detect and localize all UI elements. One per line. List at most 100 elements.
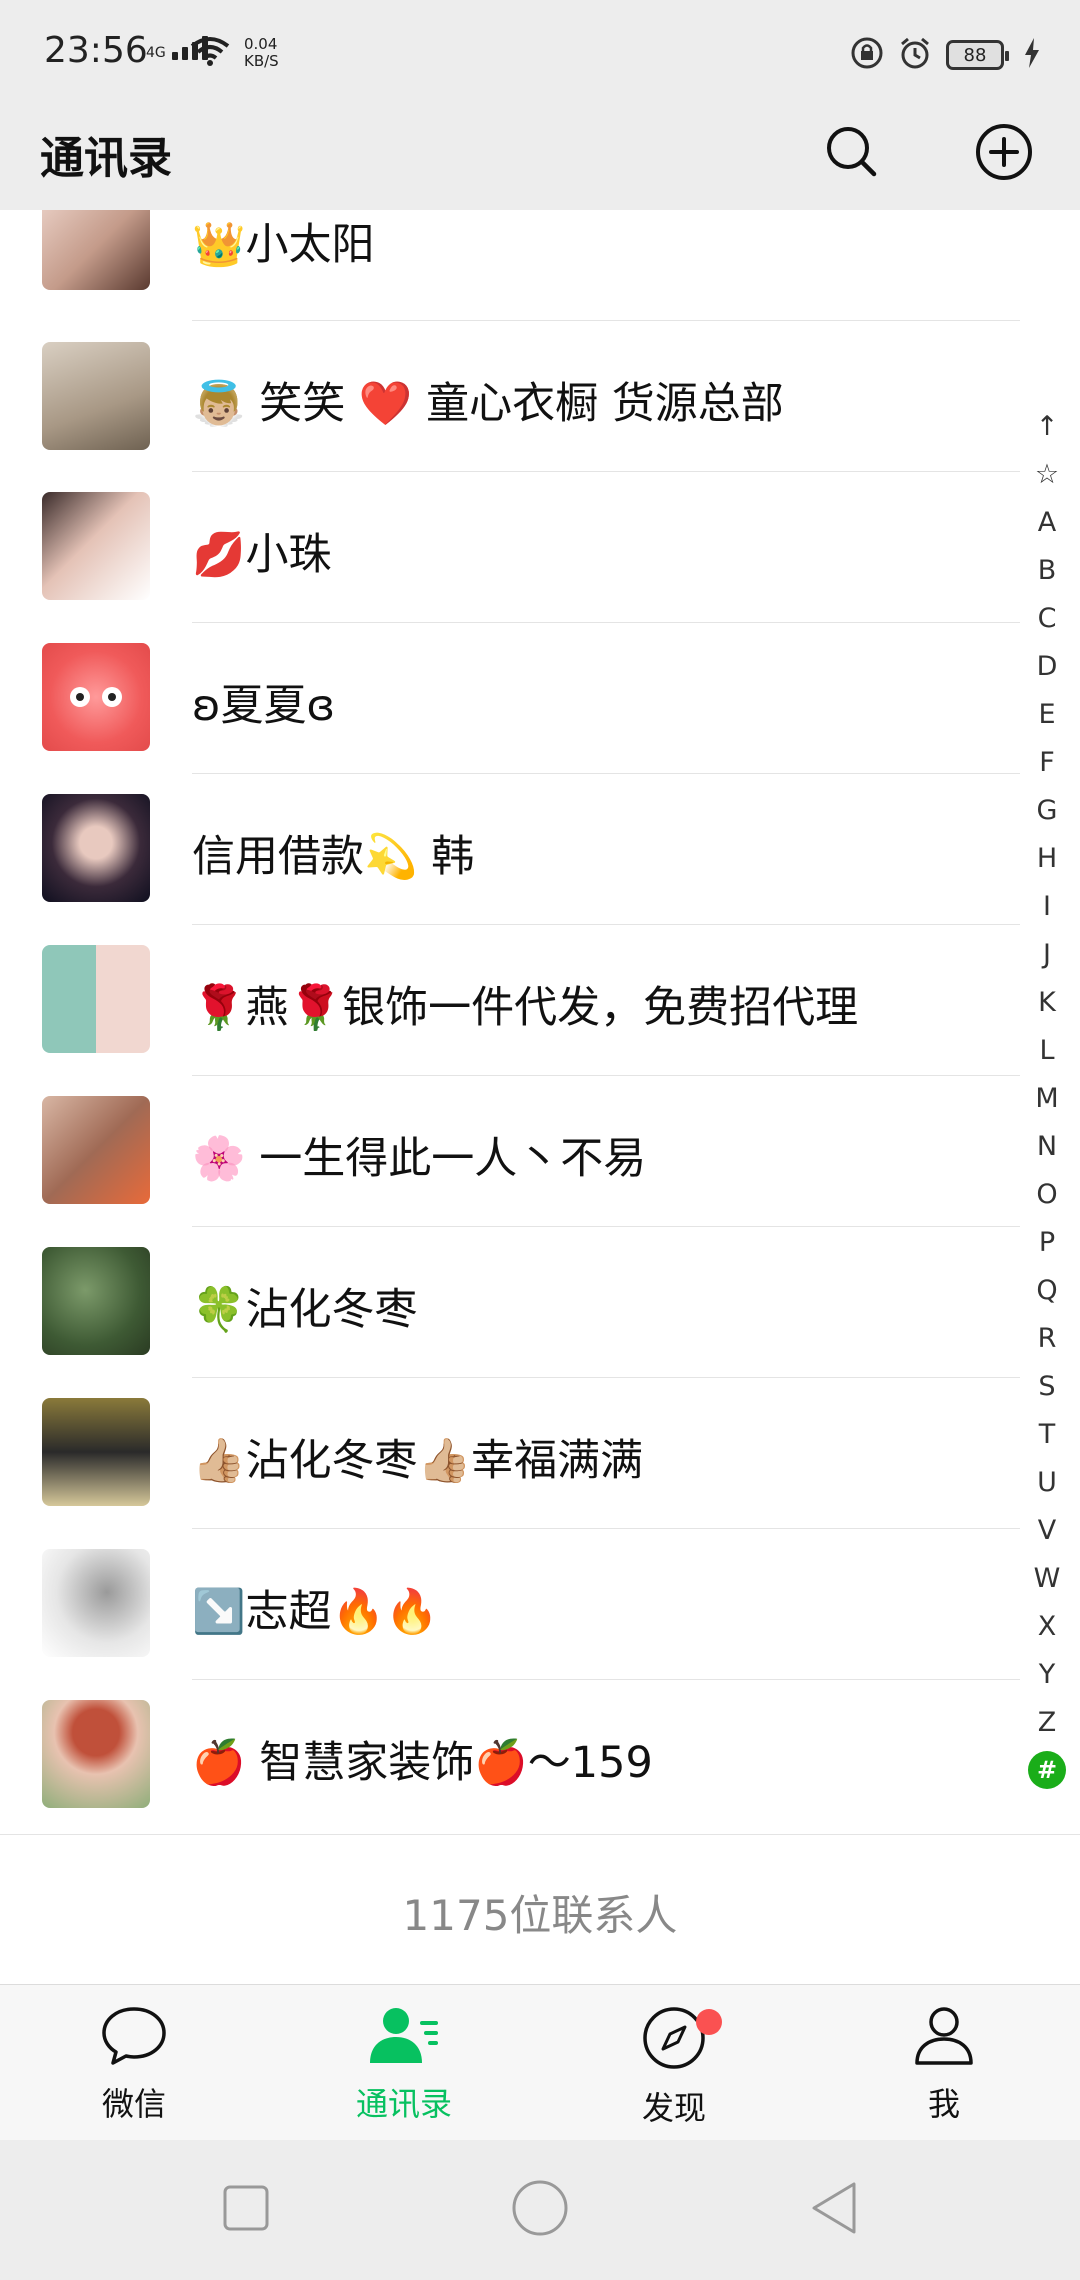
contact-row[interactable]: 👼🏼 笑笑 ❤️ 童心衣橱 货源总部 xyxy=(0,321,1020,472)
avatar xyxy=(42,643,150,751)
contact-row[interactable]: ↘️志超🔥🔥 xyxy=(0,1529,1020,1680)
contact-name: 👑小太阳 xyxy=(192,220,375,270)
index-letter[interactable]: D xyxy=(1027,642,1067,690)
index-letter-active[interactable]: # xyxy=(1027,1746,1067,1794)
contacts-icon xyxy=(366,2005,442,2071)
index-letter[interactable]: N xyxy=(1027,1122,1067,1170)
search-button[interactable] xyxy=(816,118,888,190)
contact-count-footer: 1175位联系人 xyxy=(0,1834,1080,1984)
index-letter[interactable]: W xyxy=(1027,1554,1067,1602)
index-letter[interactable]: Y xyxy=(1027,1650,1067,1698)
contact-row[interactable]: 🌸 一生得此一人丶不易 xyxy=(0,1076,1020,1227)
charging-icon xyxy=(1024,38,1040,72)
contact-name: 信用借款💫 韩 xyxy=(192,832,475,882)
chat-bubble-icon xyxy=(100,2005,168,2071)
add-button[interactable] xyxy=(968,118,1040,190)
app-header: 通讯录 xyxy=(0,110,1080,210)
index-letter[interactable]: G xyxy=(1027,786,1067,834)
index-letter[interactable]: J xyxy=(1027,930,1067,978)
alphabet-index[interactable]: ↑ ☆ A B C D E F G H I J K L M N O P Q R … xyxy=(1022,402,1072,1794)
index-letter[interactable]: U xyxy=(1027,1458,1067,1506)
tab-contacts[interactable]: 通讯录 xyxy=(314,2005,494,2125)
avatar xyxy=(42,1700,150,1808)
contact-name: 👼🏼 笑笑 ❤️ 童心衣橱 货源总部 xyxy=(192,379,784,429)
avatar xyxy=(42,1549,150,1657)
avatar xyxy=(42,945,150,1053)
contact-count: 1175位联系人 xyxy=(402,1891,678,1940)
index-letter[interactable]: E xyxy=(1027,690,1067,738)
contact-name: 🍎 智慧家装饰🍎～159 xyxy=(192,1738,653,1788)
battery-icon: 88 xyxy=(946,40,1009,70)
contact-row[interactable]: ʚ夏夏ɞ xyxy=(0,623,1020,774)
home-button[interactable] xyxy=(500,2170,580,2250)
index-letter[interactable]: ☆ xyxy=(1027,450,1067,498)
avatar xyxy=(42,1247,150,1355)
notification-dot xyxy=(696,2009,722,2035)
avatar xyxy=(42,1398,150,1506)
circle-icon xyxy=(510,2178,570,2242)
tab-chats[interactable]: 微信 xyxy=(44,2005,224,2125)
avatar xyxy=(42,492,150,600)
bottom-tab-bar: 微信 通讯录 发现 我 xyxy=(0,1984,1080,2140)
status-bar: 23:56 4G 0.04 KB/S 88 xyxy=(0,0,1080,110)
wifi-icon xyxy=(190,36,230,70)
tab-discover[interactable]: 发现 xyxy=(584,2005,764,2127)
avatar xyxy=(42,794,150,902)
status-time: 23:56 xyxy=(44,30,148,71)
triangle-back-icon xyxy=(808,2180,860,2240)
index-letter[interactable]: R xyxy=(1027,1314,1067,1362)
avatar xyxy=(42,210,150,290)
tab-label: 发现 xyxy=(641,2089,706,2127)
index-letter[interactable]: ↑ xyxy=(1027,402,1067,450)
tab-label: 微信 xyxy=(101,2085,166,2123)
contact-name: 👍🏼沾化冬枣👍🏼幸福满满 xyxy=(192,1436,644,1486)
search-icon xyxy=(824,124,880,184)
tab-label: 我 xyxy=(927,2085,960,2123)
contact-name: 🍀沾化冬枣 xyxy=(192,1285,418,1335)
index-letter[interactable]: O xyxy=(1027,1170,1067,1218)
index-letter[interactable]: K xyxy=(1027,978,1067,1026)
index-letter[interactable]: H xyxy=(1027,834,1067,882)
network-speed: 0.04 KB/S xyxy=(244,35,279,70)
plus-circle-icon xyxy=(974,122,1034,186)
index-letter[interactable]: Z xyxy=(1027,1698,1067,1746)
system-nav-bar xyxy=(0,2140,1080,2280)
index-letter[interactable]: X xyxy=(1027,1602,1067,1650)
recent-apps-button[interactable] xyxy=(206,2170,286,2250)
index-letter[interactable]: C xyxy=(1027,594,1067,642)
contact-row[interactable]: 💋小珠 xyxy=(0,472,1020,623)
contact-row[interactable]: 信用借款💫 韩 xyxy=(0,774,1020,925)
index-letter[interactable]: P xyxy=(1027,1218,1067,1266)
contact-row[interactable]: 🍀沾化冬枣 xyxy=(0,1227,1020,1378)
alarm-icon xyxy=(898,36,932,74)
contact-name: 💋小珠 xyxy=(192,530,332,580)
avatar xyxy=(42,342,150,450)
tab-me[interactable]: 我 xyxy=(854,2005,1034,2125)
contact-name: 🌹燕🌹银饰一件代发，免费招代理 xyxy=(192,983,859,1033)
person-icon xyxy=(911,2005,977,2071)
contact-row[interactable]: 👑小太阳 xyxy=(0,210,1020,321)
network-type: 4G xyxy=(146,45,166,61)
contact-row[interactable]: 🌹燕🌹银饰一件代发，免费招代理 xyxy=(0,925,1020,1076)
square-icon xyxy=(221,2183,271,2237)
index-letter[interactable]: V xyxy=(1027,1506,1067,1554)
back-button[interactable] xyxy=(794,2170,874,2250)
contact-name: 🌸 一生得此一人丶不易 xyxy=(192,1134,647,1184)
contact-name: ↘️志超🔥🔥 xyxy=(192,1587,439,1637)
index-letter[interactable]: A xyxy=(1027,498,1067,546)
contact-row[interactable]: 👍🏼沾化冬枣👍🏼幸福满满 xyxy=(0,1378,1020,1529)
index-letter[interactable]: Q xyxy=(1027,1266,1067,1314)
index-letter[interactable]: S xyxy=(1027,1362,1067,1410)
index-letter[interactable]: M xyxy=(1027,1074,1067,1122)
tab-label: 通讯录 xyxy=(355,2085,452,2123)
contact-name: ʚ夏夏ɞ xyxy=(192,681,336,731)
index-letter[interactable]: T xyxy=(1027,1410,1067,1458)
index-letter[interactable]: L xyxy=(1027,1026,1067,1074)
avatar xyxy=(42,1096,150,1204)
lock-rotation-icon xyxy=(850,36,884,74)
contact-row[interactable]: 🍎 智慧家装饰🍎～159 xyxy=(0,1680,1020,1831)
index-letter[interactable]: F xyxy=(1027,738,1067,786)
contact-list[interactable]: 👑小太阳 👼🏼 笑笑 ❤️ 童心衣橱 货源总部 💋小珠 ʚ夏夏ɞ 信用借款💫 韩… xyxy=(0,210,1080,1834)
index-letter[interactable]: I xyxy=(1027,882,1067,930)
index-letter[interactable]: B xyxy=(1027,546,1067,594)
